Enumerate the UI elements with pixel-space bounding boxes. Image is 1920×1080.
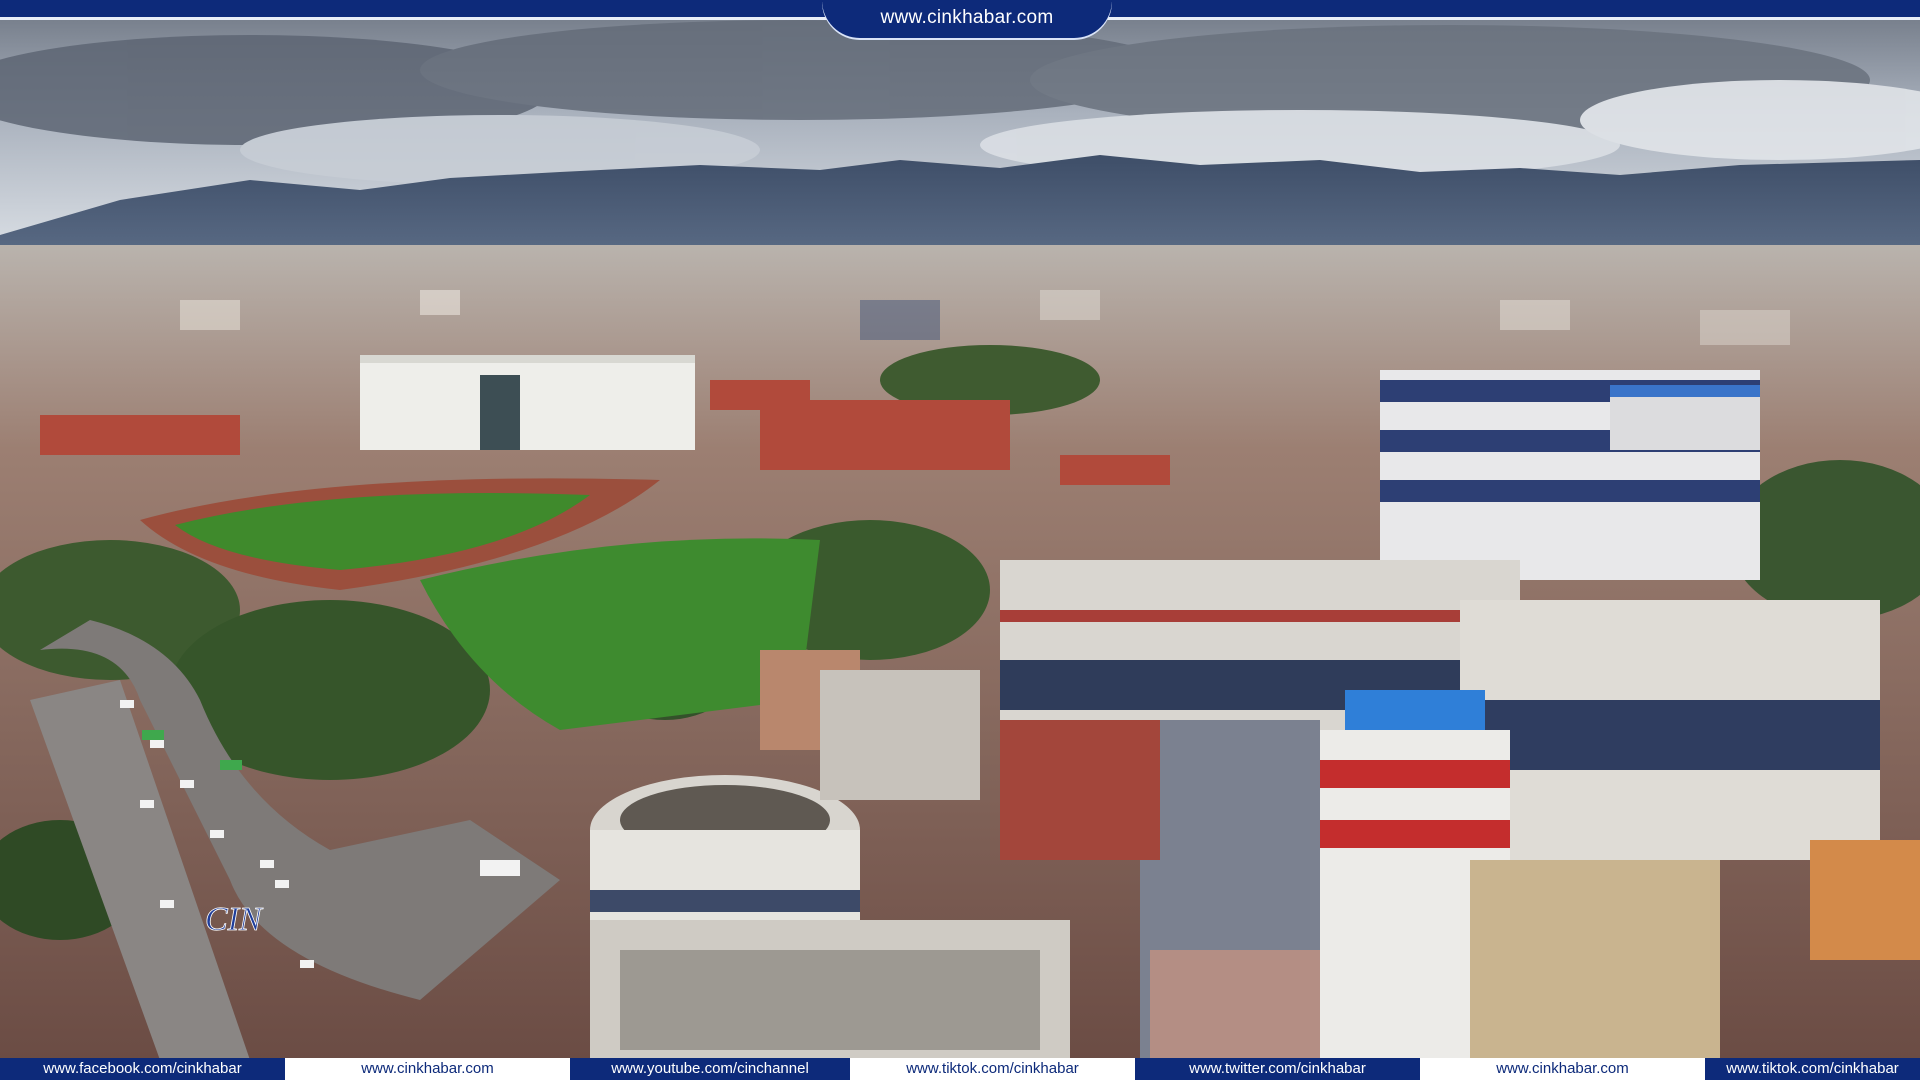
footer-facebook-link[interactable]: www.facebook.com/cinkhabar [0,1058,285,1080]
footer-website-link[interactable]: www.cinkhabar.com [285,1058,570,1080]
site-url-badge[interactable]: www.cinkhabar.com [822,0,1112,38]
footer-tiktok-link[interactable]: www.tiktok.com/cinkhabar [850,1058,1135,1080]
svg-text:CIN: CIN [205,901,264,938]
city-photo [0,0,1920,1060]
footer-link-bar: www.facebook.com/cinkhabar www.cinkhabar… [0,1058,1920,1080]
white-hospital-building [360,355,695,450]
footer-twitter-link[interactable]: www.twitter.com/cinkhabar [1135,1058,1420,1080]
footer-website-link-2[interactable]: www.cinkhabar.com [1420,1058,1705,1080]
cin-logo-watermark: CIN [205,901,265,938]
blue-white-tower [1380,370,1760,580]
footer-youtube-link[interactable]: www.youtube.com/cinchannel [570,1058,850,1080]
footer-tiktok-link-2[interactable]: www.tiktok.com/cinkhabar [1705,1058,1920,1080]
